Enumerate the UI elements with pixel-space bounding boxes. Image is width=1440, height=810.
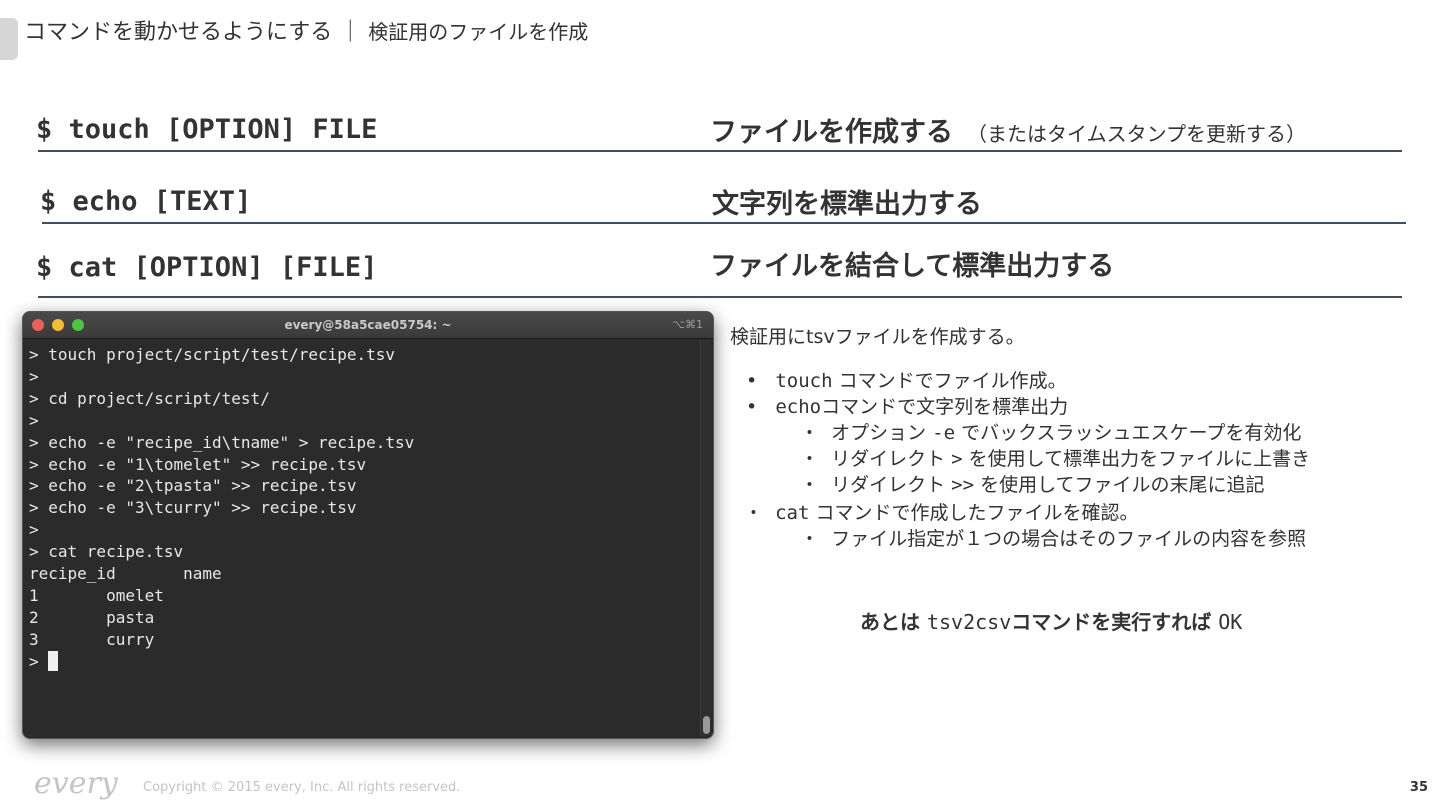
notes-item-text: リダイレクト [831, 448, 952, 470]
slide-title-separator: ｜ [339, 20, 362, 45]
conclusion-ok: OK [1218, 610, 1243, 634]
every-logo: every [34, 766, 118, 801]
code-text: cat [775, 502, 810, 524]
command-description: 文字列を標準出力する [712, 182, 982, 221]
bullet: • [746, 370, 758, 392]
notes-item-text: ファイル指定が１つの場合はそのファイルの内容を参照 [831, 528, 1307, 550]
terminal-line: 2 pasta [29, 607, 155, 627]
terminal-line: 1 omelet [29, 585, 164, 605]
notes-item-text: コマンドで文字列を標準出力 [821, 396, 1069, 418]
bullet: ・ [800, 474, 820, 496]
terminal-shortcut: ⌥⌘1 [672, 318, 703, 331]
notes-item: ・ cat コマンドで作成したファイルを確認。 [744, 498, 1138, 525]
terminal-line: 3 curry [29, 629, 155, 649]
conclusion-prefix: あとは [860, 610, 927, 634]
divider-line [38, 150, 1402, 152]
bullet: ・ [800, 422, 820, 444]
conclusion-middle: コマンドを実行すれば [1011, 610, 1219, 634]
terminal-scrollbar-thumb[interactable] [703, 716, 710, 734]
code-text: tsv2csv [926, 610, 1012, 634]
command-description-text: 文字列を標準出力する [712, 189, 982, 220]
command-description-text: ファイルを結合して標準出力する [710, 251, 1115, 282]
notes-item-text: オプション [831, 422, 933, 444]
terminal-line: > [29, 410, 39, 430]
notes-item: • touch コマンドでファイル作成。 [746, 366, 1067, 393]
notes-item-text: リダイレクト [831, 474, 952, 496]
bullet: • [746, 396, 758, 418]
terminal-line: > touch project/script/test/recipe.tsv [29, 345, 396, 364]
command-row-cat: $ cat [OPTION] [FILE] ファイルを結合して標準出力する [36, 242, 1402, 298]
command-description: ファイルを結合して標準出力する [710, 244, 1114, 283]
command-row-touch: $ touch [OPTION] FILE ファイルを作成する （またはタイムスタ… [36, 96, 1402, 152]
terminal-line: > echo -e "recipe_id\tname" > recipe.tsv [29, 432, 415, 452]
bullet: ・ [744, 502, 764, 524]
terminal-cursor [48, 650, 59, 671]
code-text: echo [775, 396, 822, 418]
divider-line [38, 296, 1402, 298]
bullet: ・ [800, 528, 820, 550]
code-text: >> [951, 474, 975, 496]
notes-item-text: を使用して標準出力をファイルに上書き [962, 448, 1311, 470]
terminal-title: every@58a5cae05754: ~ [284, 318, 452, 332]
terminal-line: > echo -e "2\tpasta" >> recipe.tsv [29, 476, 357, 496]
terminal-prompt-line[interactable]: > [29, 650, 414, 673]
slide-title-main: コマンドを動かせるようにする [24, 20, 333, 45]
notes-item: • echoコマンドで文字列を標準出力 [746, 392, 1068, 419]
notes-item-text: コマンドでファイル作成。 [832, 370, 1067, 392]
terminal-window[interactable]: every@58a5cae05754: ~ ⌥⌘1 > touch projec… [22, 311, 714, 739]
conclusion-text: あとは tsv2csvコマンドを実行すれば OK [860, 606, 1242, 635]
code-text: touch [775, 370, 833, 392]
code-text: > [951, 448, 963, 470]
terminal-line: > echo -e "1\tomelet" >> recipe.tsv [29, 454, 367, 474]
command-syntax: $ echo [TEXT] [40, 186, 252, 217]
notes-lead: 検証用にtsvファイルを作成する。 [730, 326, 1025, 348]
notes-subitem: ・ オプション -e でバックスラッシュエスケープを有効化 [800, 418, 1301, 445]
command-row-echo: $ echo [TEXT] 文字列を標準出力する [40, 168, 1406, 224]
command-description-text: ファイルを作成する [710, 117, 953, 148]
terminal-scrollbar[interactable] [700, 340, 711, 736]
notes-item-text: を使用してファイルの末尾に追記 [974, 474, 1265, 496]
notes-subitem: ・ リダイレクト > を使用して標準出力をファイルに上書き [800, 444, 1310, 471]
notes-item-text: コマンドで作成したファイルを確認。 [809, 502, 1139, 524]
page-number: 35 [1409, 780, 1428, 795]
code-text: -e [932, 422, 956, 444]
command-description-note: （またはタイムスタンプを更新する） [967, 122, 1306, 146]
terminal-line: > [29, 520, 39, 540]
divider-line [42, 222, 1406, 224]
command-syntax: $ touch [OPTION] FILE [36, 114, 378, 145]
terminal-line: > cd project/script/test/ [29, 388, 270, 408]
notes-item-text: でバックスラッシュエスケープを有効化 [955, 422, 1302, 444]
slide-tab-marker [0, 18, 18, 60]
terminal-prompt: > [29, 651, 49, 671]
notes-subitem: ・ リダイレクト >> を使用してファイルの末尾に追記 [800, 470, 1265, 497]
terminal-output[interactable]: > touch project/script/test/recipe.tsv > >… [29, 344, 414, 673]
terminal-titlebar[interactable]: every@58a5cae05754: ~ ⌥⌘1 [23, 312, 713, 339]
notes-subitem: ・ ファイル指定が１つの場合はそのファイルの内容を参照 [800, 524, 1306, 551]
command-syntax: $ cat [OPTION] [FILE] [36, 252, 378, 283]
command-description: ファイルを作成する （またはタイムスタンプを更新する） [710, 110, 1306, 149]
bullet: ・ [800, 448, 820, 470]
terminal-line: > [29, 366, 39, 386]
slide-title: コマンドを動かせるようにする ｜ 検証用のファイルを作成 [24, 14, 588, 46]
terminal-line: > echo -e "3\tcurry" >> recipe.tsv [29, 498, 357, 518]
terminal-line: recipe_id name [29, 564, 222, 584]
copyright-text: Copyright © 2015 every, Inc. All rights … [143, 780, 461, 795]
slide-title-sub: 検証用のファイルを作成 [368, 20, 589, 44]
terminal-line: > cat recipe.tsv [29, 542, 184, 562]
